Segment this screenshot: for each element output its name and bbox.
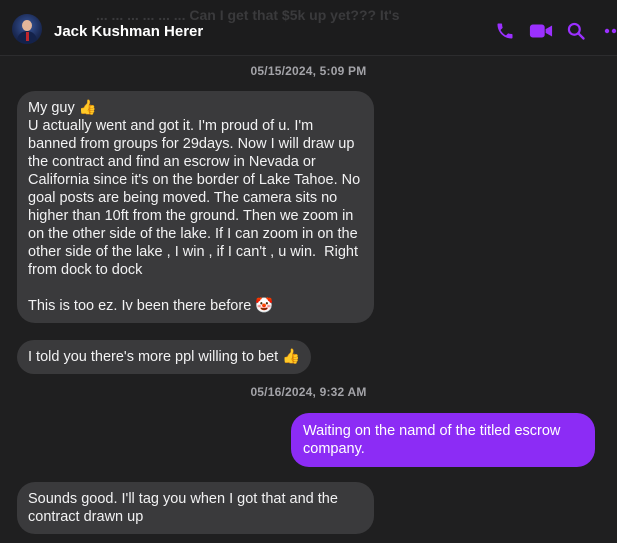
phone-icon[interactable] [495, 21, 515, 41]
contact-name[interactable]: Jack Kushman Herer [54, 23, 203, 40]
search-icon[interactable] [566, 21, 586, 41]
message-timestamp: 05/15/2024, 5:09 PM [250, 64, 367, 78]
chat-header: ... ... ... ... ... ... Can I get that $… [0, 0, 617, 56]
more-options-icon[interactable] [604, 21, 617, 41]
avatar-tie [26, 32, 29, 41]
scrolled-message-preview: ... ... ... ... ... ... Can I get that $… [96, 7, 400, 23]
message-bubble-outgoing[interactable]: Waiting on the namd of the titled escrow… [291, 413, 595, 467]
video-camera-icon[interactable] [529, 21, 553, 41]
message-timestamp: 05/16/2024, 9:32 AM [250, 385, 367, 399]
message-bubble-incoming[interactable]: My guy 👍 U actually went and got it. I'm… [17, 91, 374, 323]
message-bubble-incoming[interactable]: I told you there's more ppl willing to b… [17, 340, 312, 374]
avatar[interactable] [12, 14, 42, 44]
message-bubble-incoming[interactable]: Sounds good. I'll tag you when I got tha… [17, 482, 374, 534]
avatar-face [22, 20, 32, 31]
